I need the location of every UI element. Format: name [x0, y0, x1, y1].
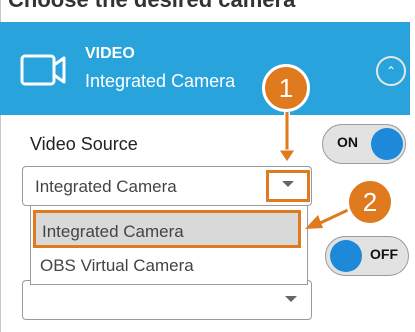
callout-arrows [278, 112, 350, 229]
callout-badge-2: 2 [346, 178, 394, 226]
callout-badge-1: 1 [262, 64, 310, 112]
